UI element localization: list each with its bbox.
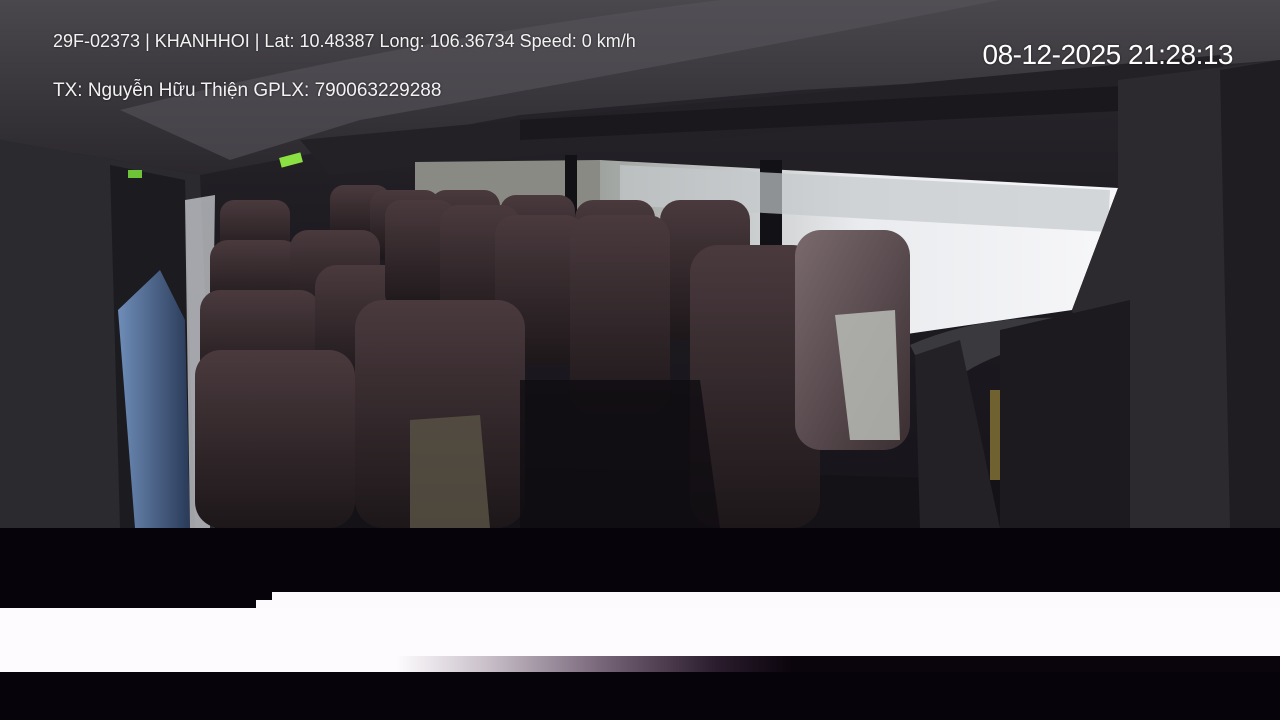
glitch-band [0,672,1280,720]
glitch-band [256,592,1280,608]
glitch-band [0,608,1280,656]
dashcam-frame: 29F-02373 | KHANHHOI | Lat: 10.48387 Lon… [0,0,1280,720]
timestamp-overlay: 08-12-2025 21:28:13 [982,39,1234,70]
glitch-band [0,592,256,608]
glitch-band [256,592,272,600]
driver-license-overlay: TX: Nguyễn Hữu Thiện GPLX: 790063229288 [53,80,442,101]
glitch-band [0,656,1280,672]
glitch-band [0,528,1280,592]
plate-location-speed-overlay: 29F-02373 | KHANHHOI | Lat: 10.48387 Lon… [53,31,636,51]
